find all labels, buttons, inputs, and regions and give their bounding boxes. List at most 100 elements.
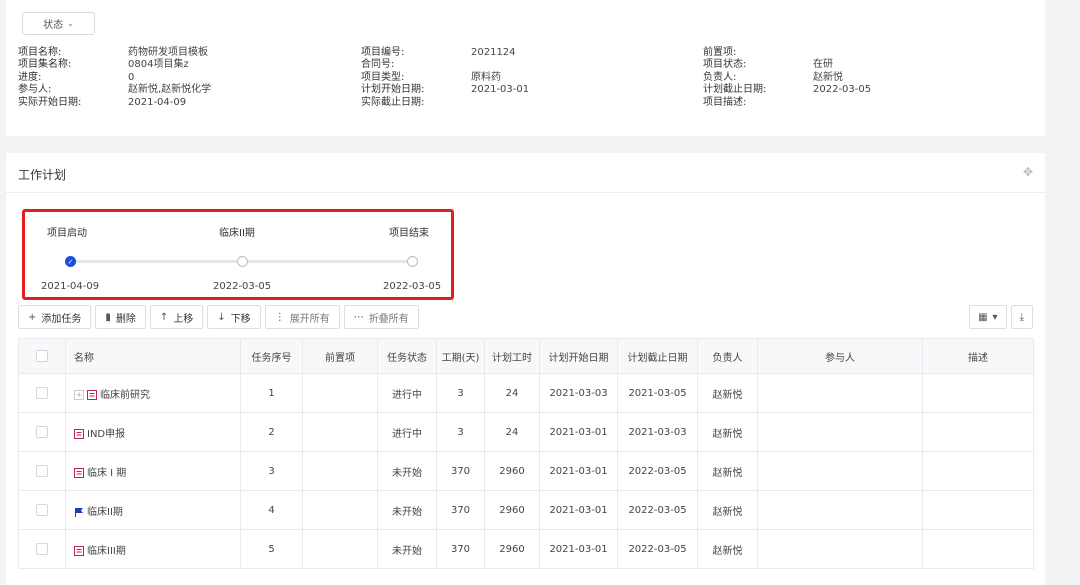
info-row: 负责人: 赵新悦: [703, 72, 843, 84]
move-up-label: 上移: [173, 313, 194, 325]
red-doc-icon: [87, 389, 97, 400]
info-row: 项目集名称: 0804项目集z: [18, 59, 189, 71]
task-name-cell[interactable]: IND申报: [65, 412, 241, 452]
column-header[interactable]: 任务状态: [377, 338, 437, 374]
task-name-cell[interactable]: 临床II期: [65, 490, 241, 530]
info-row: 计划开始日期: 2021-03-01: [361, 84, 529, 96]
row-checkbox[interactable]: [36, 465, 48, 477]
status-dropdown-button[interactable]: 状态 ⌄: [22, 12, 95, 35]
info-label: 项目描述:: [703, 96, 747, 108]
row-select-cell[interactable]: [18, 412, 66, 452]
cell-participants: [757, 451, 923, 491]
cell-days: 370: [436, 451, 485, 491]
info-value: 药物研发项目模板: [128, 47, 208, 58]
column-header[interactable]: 负责人: [697, 338, 758, 374]
cell-desc: [922, 529, 1034, 569]
arrow-up-icon: ↑: [159, 311, 169, 323]
cell-owner: 赵新悦: [697, 412, 758, 452]
milestone-pending-icon[interactable]: [237, 256, 248, 267]
work-plan-panel: 工作计划 ✥ 项目启动 ✓ 2021-04-09 临床II期 2022-03-05 项目结…: [6, 153, 1045, 585]
work-plan-header: 工作计划 ✥: [6, 153, 1045, 193]
milestone-done-icon[interactable]: ✓: [65, 256, 76, 267]
row-checkbox[interactable]: [36, 504, 48, 516]
info-label: 项目类型:: [361, 71, 405, 83]
column-header[interactable]: 描述: [922, 338, 1034, 374]
milestone-date: 2022-03-05: [383, 281, 442, 292]
trash-icon: ▮: [105, 311, 111, 323]
milestone-timeline: 项目启动 ✓ 2021-04-09 临床II期 2022-03-05 项目结束 2022-0…: [22, 209, 454, 300]
add-task-label: 添加任务: [41, 313, 82, 325]
blue-flag-icon: [75, 507, 83, 517]
row-select-cell[interactable]: [18, 451, 66, 491]
table-row[interactable]: 临床III期 5 未开始 370 2960 2021-03-01 2022-03-05 赵新悦: [18, 529, 1034, 569]
cell-owner: 赵新悦: [697, 373, 758, 413]
info-label: 项目名称:: [18, 47, 62, 58]
column-header[interactable]: 参与人: [757, 338, 923, 374]
column-header[interactable]: 计划截止日期: [617, 338, 698, 374]
row-select-cell[interactable]: [18, 490, 66, 530]
task-table: 名称 任务序号 前置项 任务状态 工期(天) 计划工时 计划开始日期 计划截止日期 负责人 参与人…: [18, 338, 1034, 569]
info-label: 前置项:: [703, 47, 737, 58]
task-name: 临床III期: [87, 545, 126, 557]
delete-label: 删除: [115, 313, 136, 325]
column-settings-button[interactable]: ▦ ▾: [969, 305, 1007, 329]
column-header[interactable]: 名称: [65, 338, 241, 374]
row-checkbox[interactable]: [36, 426, 48, 438]
info-row: 实际截止日期:: [361, 97, 424, 109]
column-header[interactable]: 前置项: [302, 338, 378, 374]
info-value: 2021124: [471, 47, 516, 58]
info-value: 0: [128, 71, 135, 83]
table-row[interactable]: 临床II期 4 未开始 370 2960 2021-03-01 2022-03-05 赵新悦: [18, 490, 1034, 530]
row-select-cell[interactable]: [18, 373, 66, 413]
cell-owner: 赵新悦: [697, 529, 758, 569]
select-all-cell[interactable]: [18, 338, 66, 374]
caret-down-icon: ▾: [992, 311, 998, 323]
expand-all-label: 展开所有: [289, 313, 330, 325]
cell-hours: 2960: [484, 451, 540, 491]
cell-status: 未开始: [377, 490, 437, 530]
row-checkbox[interactable]: [36, 387, 48, 399]
column-header[interactable]: 工期(天): [436, 338, 485, 374]
move-up-button[interactable]: ↑ 上移: [149, 305, 204, 329]
info-label: 合同号:: [361, 59, 395, 71]
info-value: 赵新悦: [813, 71, 843, 83]
info-value: 赵新悦,赵新悦化学: [128, 84, 212, 96]
cell-desc: [922, 490, 1034, 530]
task-name-cell[interactable]: 临床 I 期: [65, 451, 241, 491]
task-name-cell[interactable]: 临床III期: [65, 529, 241, 569]
milestone-label: 项目启动: [47, 228, 87, 239]
expand-all-button[interactable]: ⋮ 展开所有: [264, 305, 340, 329]
collapse-all-button[interactable]: ⋯ 折叠所有: [343, 305, 419, 329]
cell-hours: 24: [484, 412, 540, 452]
scrollbar[interactable]: [1054, 0, 1080, 585]
milestone-pending-icon[interactable]: [407, 256, 418, 267]
cell-end: 2022-03-05: [617, 490, 698, 530]
task-toolbar: + 添加任务 ▮ 删除 ↑ 上移 ↓ 下移 ⋮ 展开所有 ⋯ 折叠所有: [18, 305, 419, 329]
task-name: IND申报: [87, 428, 126, 440]
table-row[interactable]: 临床 I 期 3 未开始 370 2960 2021-03-01 2022-03-05 赵新悦: [18, 451, 1034, 491]
add-task-button[interactable]: + 添加任务: [18, 305, 92, 329]
cell-start: 2021-03-01: [539, 412, 618, 452]
cell-pre: [302, 490, 378, 530]
table-row[interactable]: + 临床前研究 1 进行中 3 24 2021-03-03 2021-03-05 赵新悦: [18, 373, 1034, 413]
select-all-checkbox[interactable]: [36, 350, 48, 362]
move-down-button[interactable]: ↓ 下移: [207, 305, 261, 329]
red-doc-icon: [74, 545, 84, 556]
info-value: 在研: [813, 59, 833, 71]
column-header[interactable]: 计划开始日期: [539, 338, 618, 374]
cell-start: 2021-03-01: [539, 490, 618, 530]
column-header[interactable]: 任务序号: [240, 338, 303, 374]
info-label: 项目集名称:: [18, 59, 72, 71]
row-select-cell[interactable]: [18, 529, 66, 569]
cell-status: 进行中: [377, 373, 437, 413]
cell-days: 3: [436, 412, 485, 452]
task-name-cell[interactable]: + 临床前研究: [65, 373, 241, 413]
row-checkbox[interactable]: [36, 543, 48, 555]
expand-row-icon[interactable]: +: [74, 389, 84, 400]
delete-button[interactable]: ▮ 删除: [95, 305, 146, 329]
milestone-date: 2021-04-09: [41, 281, 100, 292]
table-row[interactable]: IND申报 2 进行中 3 24 2021-03-01 2021-03-03 赵新悦: [18, 412, 1034, 452]
download-button[interactable]: ⤓: [1010, 305, 1033, 329]
column-header[interactable]: 计划工时: [484, 338, 540, 374]
collapse-icon[interactable]: ✥: [1023, 165, 1033, 179]
